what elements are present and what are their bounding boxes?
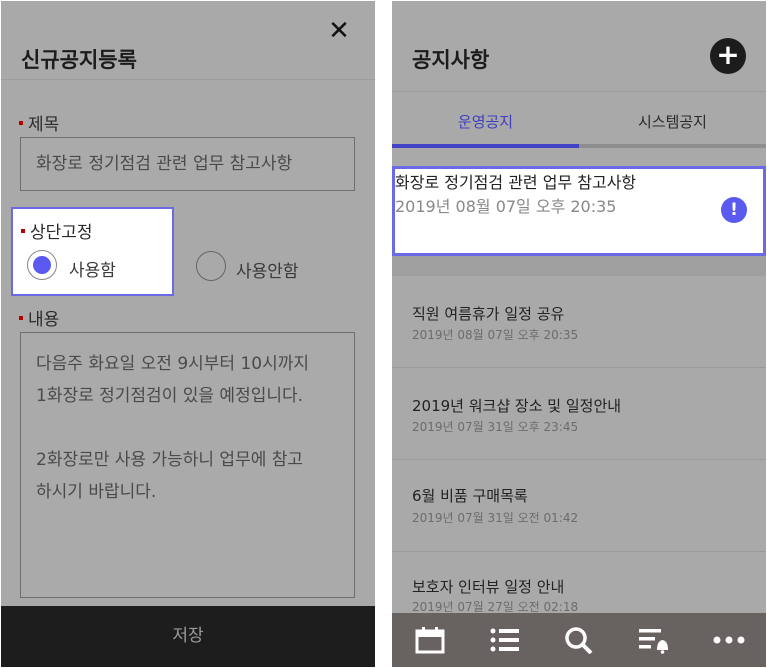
list-item[interactable]: 보호자 인터뷰 일정 안내 2019년 07월 27일 오전 02:18 <box>392 552 766 614</box>
notice-date: 2019년 08월 07일 오후 20:35 <box>395 197 617 216</box>
exclamation-icon: ! <box>721 197 747 223</box>
more-icon[interactable] <box>713 626 745 654</box>
close-icon[interactable]: ✕ <box>327 18 351 44</box>
notification-list-icon[interactable] <box>638 626 670 654</box>
pin-top-group: 상단고정 사용함 <box>11 207 174 296</box>
notice-title: 2019년 워크샵 장소 및 일정안내 <box>412 397 622 415</box>
notice-list-panel: 공지사항 + 운영공지 시스템공지 화장로 정기점검 관련 업무 참고사항 20… <box>392 1 766 667</box>
notice-date: 2019년 07월 31일 오전 01:42 <box>412 511 579 525</box>
tab-active-indicator <box>392 144 579 148</box>
pin-use-label: 사용함 <box>69 261 116 281</box>
list-icon[interactable] <box>489 626 521 654</box>
calendar-icon[interactable] <box>414 626 446 654</box>
content-textarea[interactable]: 다음주 화요일 오전 9시부터 10시까지 1화장로 정기점검이 있을 예정입니… <box>20 332 355 598</box>
list-item[interactable]: 2019년 워크샵 장소 및 일정안내 2019년 07월 31일 오후 23:… <box>392 368 766 460</box>
pin-notuse-label: 사용안함 <box>236 262 299 282</box>
tab-system[interactable]: 시스템공지 <box>579 111 766 132</box>
pin-notuse-radio[interactable] <box>196 251 226 281</box>
pin-use-radio[interactable] <box>27 250 57 280</box>
notice-title: 직원 여름휴가 일정 공유 <box>412 305 565 323</box>
search-icon[interactable] <box>563 626 595 654</box>
page-title: 공지사항 <box>412 48 490 72</box>
content-label: 내용 <box>19 305 59 330</box>
pinned-notice[interactable]: 화장로 정기점검 관련 업무 참고사항 2019년 08월 07일 오후 20:… <box>392 166 766 256</box>
tab-operations[interactable]: 운영공지 <box>392 111 579 132</box>
bottom-nav <box>392 613 766 667</box>
list-item[interactable]: 직원 여름휴가 일정 공유 2019년 08월 07일 오후 20:35 <box>392 276 766 368</box>
title-input[interactable]: 화장로 정기점검 관련 업무 참고사항 <box>20 137 355 191</box>
new-notice-panel: ✕ 신규공지등록 제목 화장로 정기점검 관련 업무 참고사항 상단고정 사용함… <box>1 1 375 667</box>
pin-label: 상단고정 <box>21 218 93 243</box>
notice-date: 2019년 07월 31일 오후 23:45 <box>412 420 579 434</box>
page-title: 신규공지등록 <box>21 48 137 72</box>
header-divider <box>392 91 766 92</box>
list-item[interactable]: 6월 비품 구매목록 2019년 07월 31일 오전 01:42 <box>392 460 766 552</box>
plus-icon[interactable]: + <box>710 38 746 74</box>
title-label: 제목 <box>19 110 59 135</box>
notice-date: 2019년 08월 07일 오후 20:35 <box>412 328 579 342</box>
notice-title: 화장로 정기점검 관련 업무 참고사항 <box>395 173 637 192</box>
header-divider <box>1 79 375 80</box>
section-gap <box>392 256 766 276</box>
save-button[interactable]: 저장 <box>1 606 375 667</box>
notice-title: 보호자 인터뷰 일정 안내 <box>412 578 565 596</box>
notice-title: 6월 비품 구매목록 <box>412 487 528 505</box>
